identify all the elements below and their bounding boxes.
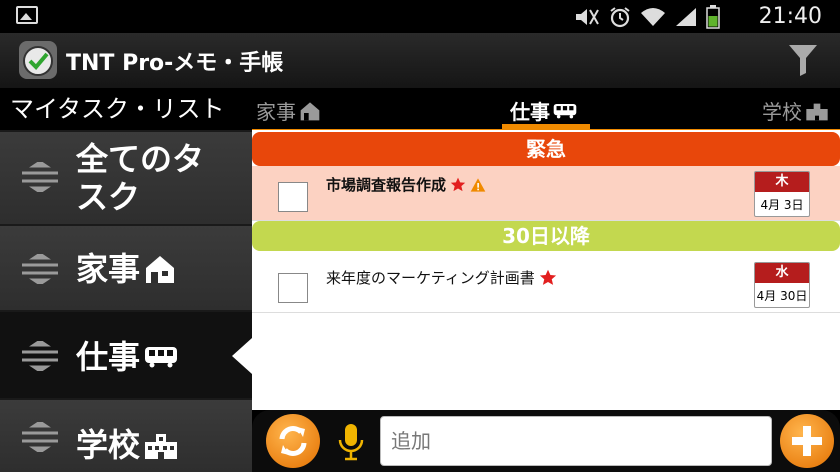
filter-icon[interactable]: [788, 43, 818, 77]
tab-label: 仕事: [510, 100, 550, 124]
signal-icon: [676, 8, 696, 26]
active-indicator-arrow: [232, 338, 252, 374]
drag-handle-icon[interactable]: [18, 341, 62, 371]
sidebar-item-label: スク: [76, 178, 141, 216]
task-checkbox[interactable]: [278, 273, 308, 303]
due-weekday: 木: [755, 172, 809, 192]
star-icon: [539, 269, 556, 285]
battery-icon: [706, 5, 720, 29]
school-building-icon: [806, 103, 828, 120]
task-title: 市場調査報告作成: [326, 176, 447, 194]
wifi-icon: [641, 8, 665, 26]
bus-icon: [553, 103, 577, 118]
add-task-input[interactable]: [380, 416, 772, 466]
plus-icon: [792, 426, 822, 456]
gallery-icon: [16, 6, 38, 24]
sidebar-title: マイタスク・リスト: [0, 88, 252, 130]
tab-label: 家事: [256, 100, 296, 124]
due-weekday: 水: [755, 263, 809, 283]
sidebar-item-housework[interactable]: 家事: [0, 224, 252, 310]
task-list: 緊急 市場調査報告作成 木 4月 3日 30日以降 来年度のマーケティング計画書…: [252, 130, 840, 410]
status-icons: [574, 5, 720, 29]
due-date-calendar: 水 4月 30日: [754, 262, 810, 308]
school-building-icon: [145, 434, 178, 459]
due-date: 4月 30日: [756, 289, 808, 303]
sync-icon: [279, 426, 307, 456]
task-row[interactable]: 市場調査報告作成 木 4月 3日: [252, 166, 840, 221]
due-date-calendar: 木 4月 3日: [754, 171, 810, 217]
tab-housework[interactable]: 家事: [256, 96, 321, 125]
due-date: 4月 3日: [760, 198, 804, 212]
sidebar-item-label: 全てのタ: [76, 140, 205, 178]
status-bar: 21:40: [0, 0, 840, 33]
microphone-icon[interactable]: [336, 422, 366, 462]
add-task-button[interactable]: [780, 414, 834, 468]
section-header-urgent: 緊急: [252, 132, 840, 166]
task-checkbox[interactable]: [278, 182, 308, 212]
house-icon: [300, 101, 320, 120]
drag-handle-icon[interactable]: [18, 162, 62, 192]
sidebar-item-work[interactable]: 仕事: [0, 310, 252, 398]
sidebar-item-label: 家事: [76, 250, 141, 288]
sidebar-item-school[interactable]: 学校: [0, 398, 252, 472]
drag-handle-icon[interactable]: [18, 422, 62, 452]
star-icon: [450, 177, 466, 191]
warning-icon: [470, 177, 486, 192]
app-bar: TNT Pro-メモ・手帳: [0, 33, 840, 88]
sidebar-item-all-tasks[interactable]: 全てのタ スク: [0, 130, 252, 224]
tab-label: 学校: [762, 100, 802, 124]
alarm-icon: [610, 7, 630, 28]
app-title: TNT Pro-メモ・手帳: [66, 51, 284, 76]
sync-button[interactable]: [266, 414, 320, 468]
tab-bar: 家事 仕事 学校: [252, 88, 840, 130]
sidebar-item-label: 学校: [76, 426, 141, 464]
drag-handle-icon[interactable]: [18, 254, 62, 284]
tab-work[interactable]: 仕事: [510, 96, 577, 125]
sidebar-item-label: 仕事: [76, 338, 141, 376]
task-title: 来年度のマーケティング計画書: [326, 269, 535, 287]
task-row[interactable]: 来年度のマーケティング計画書 水 4月 30日: [252, 251, 840, 313]
sidebar: マイタスク・リスト 全てのタ スク 家事 仕事 学校: [0, 88, 252, 472]
mute-icon: [576, 9, 599, 25]
bottom-bar: [252, 410, 840, 472]
house-icon: [146, 256, 175, 283]
bus-icon: [145, 347, 178, 368]
status-clock: 21:40: [758, 4, 822, 29]
section-header-later: 30日以降: [252, 221, 840, 251]
tab-school[interactable]: 学校: [762, 96, 829, 125]
app-clock-icon[interactable]: [18, 40, 58, 80]
